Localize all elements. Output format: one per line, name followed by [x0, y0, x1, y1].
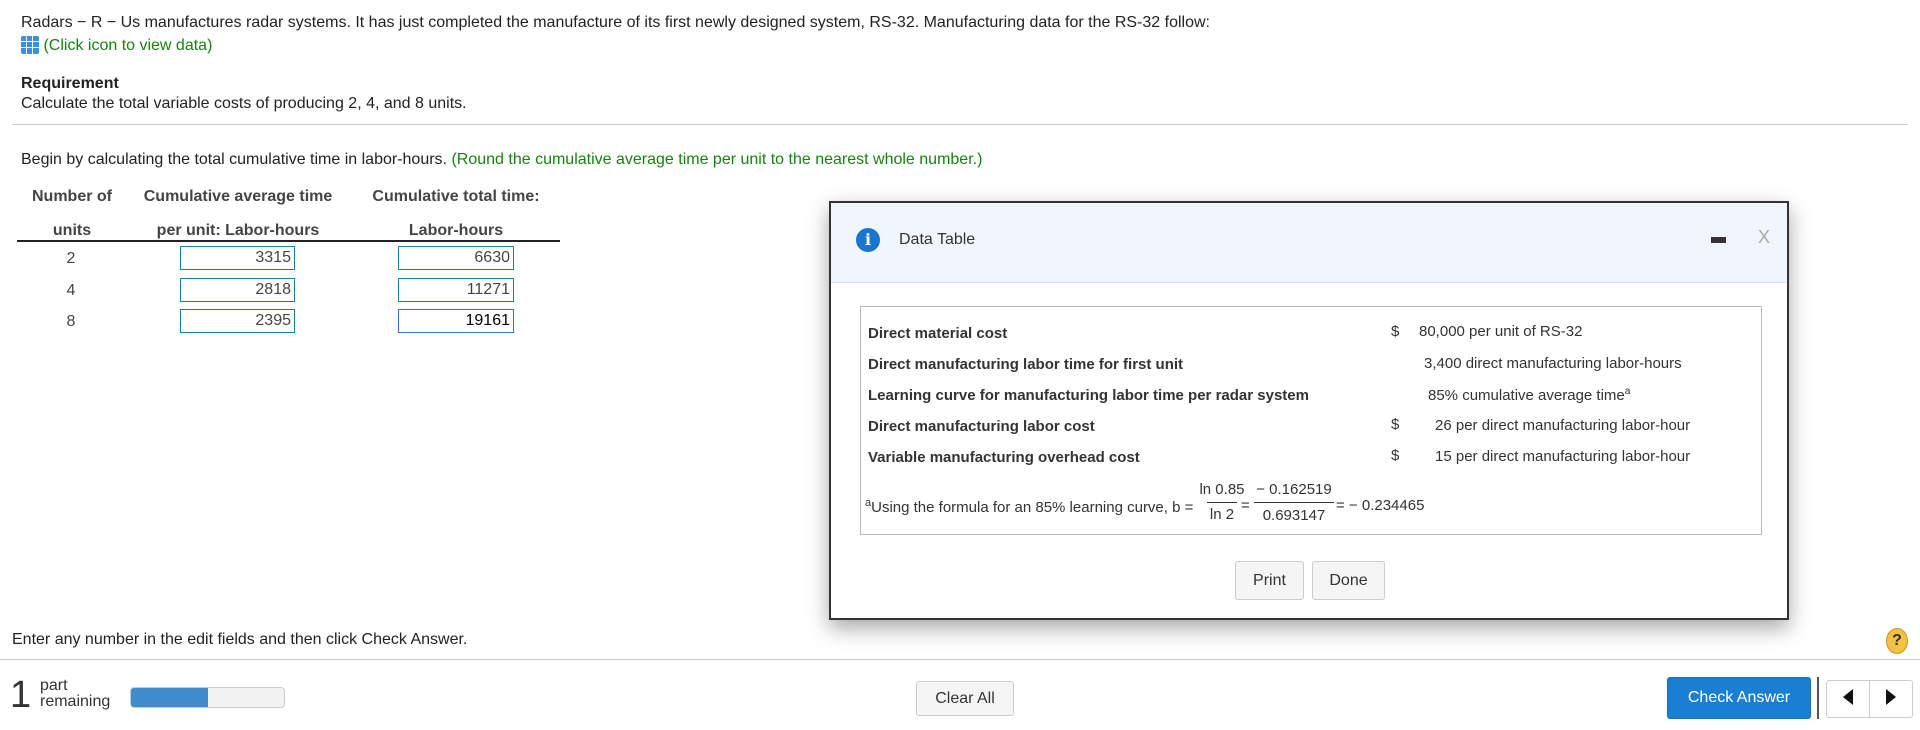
done-button[interactable]: Done	[1312, 561, 1385, 600]
table-grid-icon[interactable]	[21, 36, 39, 54]
row-value: 26 per direct manufacturing labor-hour	[1435, 417, 1691, 434]
requirement-text: Calculate the total variable costs of pr…	[21, 95, 467, 112]
avg-time-input[interactable]	[180, 246, 295, 270]
total-time-input[interactable]	[398, 309, 514, 333]
minimize-icon[interactable]	[1711, 237, 1726, 243]
left-arrow-icon	[1843, 688, 1853, 705]
dollar-sign: $	[1391, 323, 1400, 340]
data-table-dialog: i Data Table X Direct material cost $ 80…	[829, 201, 1789, 620]
row-value: 15 per direct manufacturing labor-hour	[1435, 448, 1691, 465]
row-value: 3,400 direct manufacturing labor-hours	[1424, 355, 1682, 372]
parts-count: 1	[10, 674, 32, 716]
instruction: Begin by calculating the total cumulativ…	[21, 151, 982, 169]
avg-time-input[interactable]	[180, 309, 295, 333]
footer-divider	[0, 659, 1920, 660]
header-avg-time: Cumulative average time per unit: Labor-h…	[143, 188, 333, 239]
clear-all-button[interactable]: Clear All	[916, 681, 1014, 716]
dialog-title: Data Table	[899, 231, 976, 248]
help-icon[interactable]: ?	[1886, 628, 1908, 654]
units-cell: 8	[66, 313, 76, 330]
footer-hint: Enter any number in the edit fields and …	[12, 631, 468, 648]
header-units: Number of units	[32, 188, 112, 239]
row-value: 85% cumulative average timea	[1428, 386, 1631, 404]
row-label: Variable manufacturing overhead cost	[868, 449, 1140, 466]
previous-button[interactable]	[1826, 680, 1870, 718]
problem-intro: Radars − R − Us manufactures radar syste…	[21, 14, 1210, 31]
parts-label: part remaining	[40, 677, 111, 710]
avg-time-input[interactable]	[180, 278, 295, 302]
dollar-sign: $	[1391, 447, 1400, 464]
info-icon: i	[856, 228, 880, 252]
view-data-label[interactable]: (Click icon to view data)	[43, 37, 212, 54]
dialog-header: i Data Table X	[831, 203, 1787, 283]
row-label: Direct manufacturing labor time for firs…	[868, 356, 1184, 373]
separator	[1817, 677, 1819, 719]
total-time-input[interactable]	[398, 278, 514, 302]
close-icon[interactable]: X	[1758, 227, 1770, 248]
progress-bar	[130, 687, 285, 708]
row-label: Direct material cost	[868, 325, 1008, 342]
next-button[interactable]	[1869, 680, 1913, 718]
dollar-sign: $	[1391, 416, 1400, 433]
right-arrow-icon	[1886, 688, 1896, 705]
row-value: 80,000 per unit of RS-32	[1419, 323, 1583, 340]
data-table: Direct material cost $ 80,000 per unit o…	[860, 306, 1762, 535]
row-label: Direct manufacturing labor cost	[868, 418, 1095, 435]
units-cell: 2	[66, 250, 76, 267]
instruction-text: Begin by calculating the total cumulativ…	[21, 151, 447, 168]
view-data-link[interactable]: (Click icon to view data)	[21, 36, 212, 55]
check-answer-button[interactable]: Check Answer	[1667, 677, 1811, 719]
row-label: Learning curve for manufacturing labor t…	[868, 387, 1309, 404]
header-rule	[17, 240, 560, 242]
header-total-time: Cumulative total time: Labor-hours	[372, 188, 540, 239]
units-cell: 4	[66, 282, 76, 299]
instruction-hint: (Round the cumulative average time per u…	[451, 151, 983, 168]
total-time-input[interactable]	[398, 246, 514, 270]
progress-fill	[131, 688, 208, 707]
requirement-title: Requirement	[21, 75, 119, 92]
print-button[interactable]: Print	[1235, 561, 1304, 600]
divider	[12, 124, 1908, 125]
